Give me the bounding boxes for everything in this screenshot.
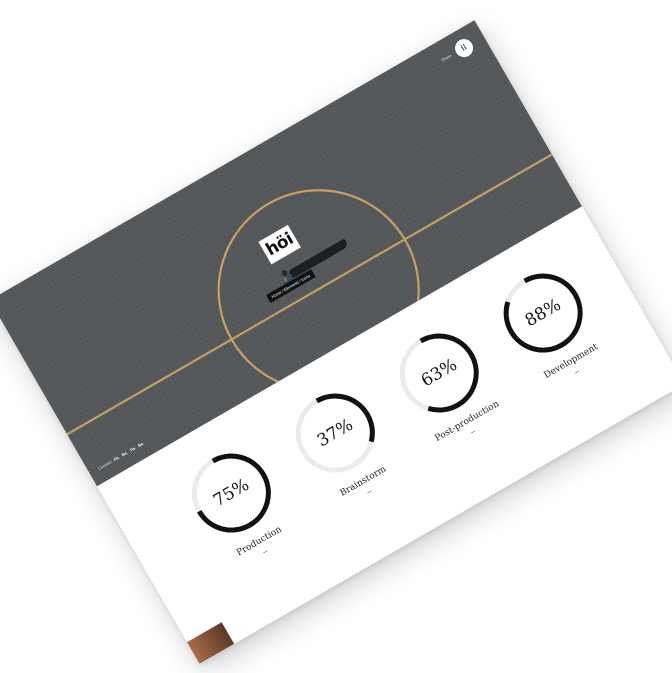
screenshot-stage: höi Home / Elements / Icons Share ⁞⁞ Con… — [0, 0, 672, 673]
skill-brainstorm: 37% Brainstorm _ — [277, 374, 406, 512]
grid-icon: ⁞⁞ — [459, 42, 469, 53]
tilted-page-mockup: höi Home / Elements / Icons Share ⁞⁞ Con… — [0, 20, 672, 664]
skill-development: 88% Development _ — [484, 254, 613, 392]
skill-post-production: 63% Post-production _ — [380, 314, 509, 452]
skill-production: 75% Production _ — [173, 434, 302, 572]
